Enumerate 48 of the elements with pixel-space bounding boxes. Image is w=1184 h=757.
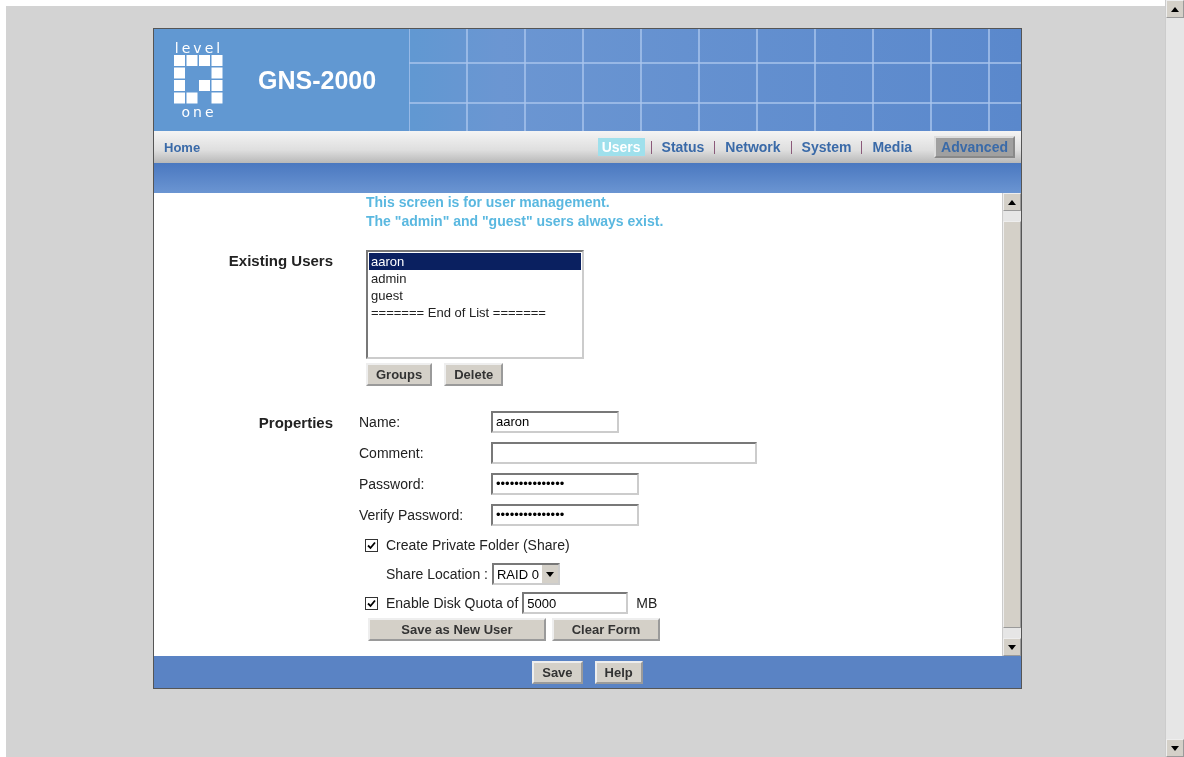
- logo-text: one: [181, 105, 217, 119]
- up-arrow-icon: [1171, 6, 1179, 12]
- field-label: Verify Password:: [359, 506, 465, 523]
- list-option[interactable]: aaron: [369, 253, 581, 270]
- list-option[interactable]: admin: [369, 270, 581, 287]
- field-label: Comment:: [359, 444, 425, 461]
- list-option[interactable]: guest: [369, 287, 581, 304]
- down-arrow-icon: [545, 571, 554, 577]
- text-field[interactable]: •••••••••••••••: [491, 472, 639, 495]
- form-button[interactable]: Clear Form: [552, 618, 660, 641]
- share-location-select[interactable]: RAID 0: [491, 563, 560, 585]
- checkbox-label: Enable Disk Quota of: [386, 595, 519, 611]
- nav-tab[interactable]: Media: [868, 138, 917, 156]
- nav-tab[interactable]: Status: [657, 138, 709, 156]
- down-arrow-icon: [1171, 745, 1179, 751]
- intro-text: This screen is for user management.: [366, 193, 611, 212]
- field-label: Name:: [359, 413, 402, 430]
- text-field[interactable]: aaron: [491, 410, 619, 433]
- scrollbar[interactable]: [1002, 193, 1021, 656]
- up-arrow-icon: [1008, 199, 1016, 205]
- scroll-thumb[interactable]: [1003, 221, 1021, 628]
- checkbox[interactable]: [365, 538, 378, 552]
- nav-tab[interactable]: Network: [721, 138, 785, 156]
- footer-button[interactable]: Help: [594, 660, 643, 684]
- list-action-button[interactable]: Delete: [444, 363, 504, 386]
- list-option[interactable]: ======= End of List =======: [369, 304, 581, 321]
- home-link[interactable]: Home: [164, 139, 201, 155]
- logo-text: level: [174, 41, 224, 55]
- down-arrow-icon: [1008, 644, 1016, 650]
- form-button[interactable]: Save as New User: [368, 618, 546, 641]
- footer-button[interactable]: Save: [532, 660, 583, 684]
- section-label: Existing Users: [227, 252, 333, 269]
- field-label: Password:: [359, 475, 426, 492]
- checkbox[interactable]: [365, 596, 378, 610]
- user-list[interactable]: aaron admin guest ======= End of List =======: [366, 250, 584, 359]
- unit-label: MB: [636, 595, 658, 611]
- checkbox-label: Create Private Folder (Share): [386, 537, 570, 553]
- section-label: Properties: [257, 414, 333, 431]
- text-field[interactable]: [491, 441, 757, 464]
- page-scrollbar[interactable]: [1165, 0, 1184, 757]
- logo-icon: [174, 55, 224, 105]
- field-label: Share Location :: [386, 566, 488, 582]
- text-field[interactable]: •••••••••••••••: [491, 503, 639, 526]
- product-title: GNS-2000: [258, 65, 377, 95]
- quota-field[interactable]: 5000: [522, 592, 629, 614]
- list-action-button[interactable]: Groups: [366, 363, 433, 386]
- intro-text: The "admin" and "guest" users always exist.: [366, 212, 665, 231]
- nav-tab[interactable]: System: [797, 138, 856, 156]
